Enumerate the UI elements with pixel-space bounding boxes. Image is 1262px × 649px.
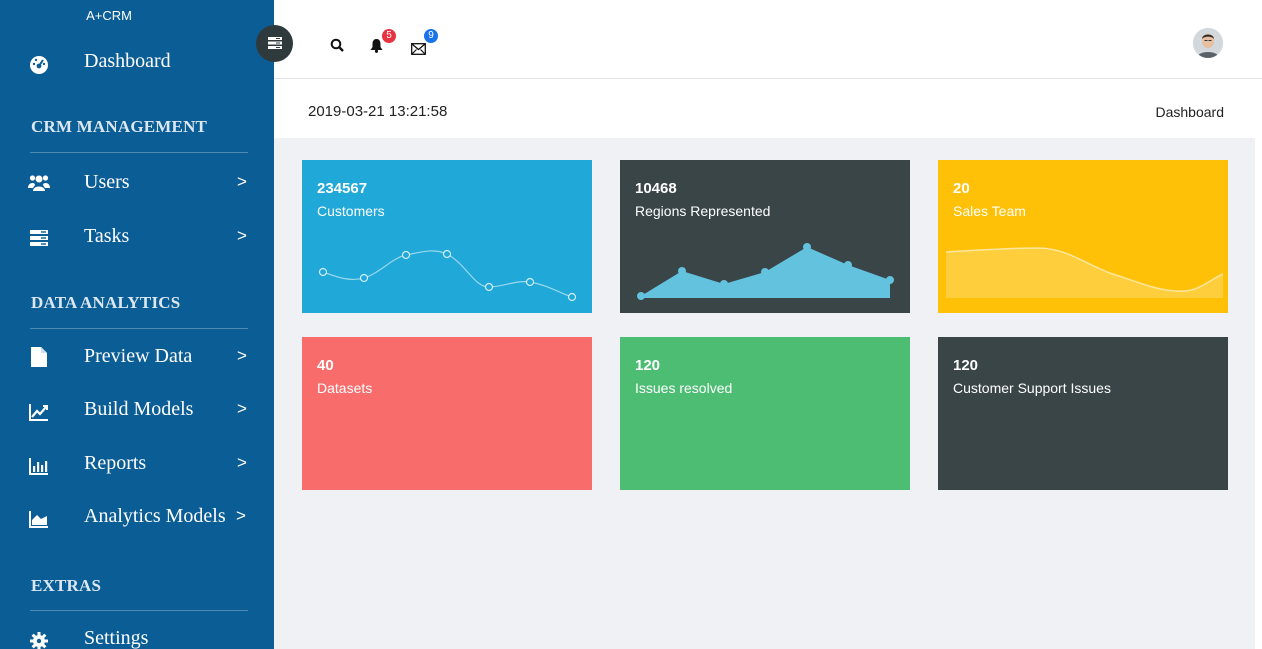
menu-icon	[267, 34, 282, 53]
section-title-crm: CRM MANAGEMENT	[31, 117, 208, 136]
stat-label: Customer Support Issues	[953, 380, 1111, 396]
sidebar-item-analytics-models[interactable]: Analytics Models >	[0, 496, 274, 536]
stat-value: 120	[635, 357, 661, 374]
stat-card-regions[interactable]: 10468 Regions Represented	[620, 160, 910, 313]
bar-chart-icon	[28, 455, 50, 477]
chevron-right-icon: >	[237, 226, 247, 245]
sparkline-area	[637, 243, 894, 300]
section-title-extras: EXTRAS	[31, 576, 102, 595]
sidebar-item-reports[interactable]: Reports >	[0, 443, 274, 483]
sidebar: A+CRM Dashboard CRM MANAGEMENT Users > T…	[0, 0, 274, 649]
stat-card-datasets[interactable]: 40 Datasets	[302, 337, 592, 490]
stat-label: Issues resolved	[635, 380, 733, 396]
dashboard-icon	[28, 53, 50, 75]
breadcrumb-current[interactable]: Dashboard	[1156, 104, 1225, 120]
sidebar-item-label: Preview Data	[84, 344, 193, 367]
current-timestamp: 2019-03-21 13:21:58	[308, 103, 448, 120]
message-count-badge: 9	[424, 29, 438, 43]
users-icon	[28, 172, 50, 194]
section-divider	[30, 328, 248, 329]
line-chart-icon	[28, 401, 50, 423]
stat-value: 40	[317, 357, 334, 374]
section-divider	[30, 152, 248, 153]
sparkline-area	[945, 247, 1224, 298]
stat-value: 120	[953, 357, 979, 374]
stat-label: Datasets	[317, 380, 373, 396]
sidebar-item-dashboard[interactable]: Dashboard	[0, 41, 274, 81]
sidebar-item-label: Dashboard	[84, 49, 171, 72]
search-icon[interactable]	[330, 37, 348, 55]
sidebar-item-users[interactable]: Users >	[0, 162, 274, 202]
brand-logo[interactable]: A+CRM	[0, 8, 274, 23]
sparkline-line	[318, 249, 577, 302]
sidebar-item-build-models[interactable]: Build Models >	[0, 389, 274, 429]
chevron-right-icon: >	[237, 172, 247, 191]
sidebar-item-label: Analytics Models	[84, 504, 226, 527]
chevron-right-icon: >	[237, 346, 247, 365]
menu-toggle-button[interactable]	[256, 25, 293, 62]
sidebar-item-label: Settings	[84, 626, 149, 649]
stat-card-customers[interactable]: 234567 Customers	[302, 160, 592, 313]
sidebar-item-label: Users	[84, 170, 130, 193]
stat-card-customer-support-issues[interactable]: 120 Customer Support Issues	[938, 337, 1228, 490]
user-avatar[interactable]	[1193, 28, 1223, 58]
notification-count-badge: 5	[382, 29, 396, 43]
sidebar-item-label: Reports	[84, 451, 147, 474]
tasks-icon	[28, 227, 50, 249]
sidebar-item-preview-data[interactable]: Preview Data >	[0, 336, 274, 376]
chevron-right-icon: >	[236, 506, 246, 525]
stat-card-issues-resolved[interactable]: 120 Issues resolved	[620, 337, 910, 490]
sidebar-item-tasks[interactable]: Tasks >	[0, 216, 274, 256]
sidebar-item-label: Tasks	[84, 224, 130, 247]
envelope-icon[interactable]	[411, 40, 429, 58]
sidebar-item-settings[interactable]: Settings	[0, 618, 274, 649]
chevron-right-icon: >	[237, 453, 247, 472]
stat-card-sales-team[interactable]: 20 Sales Team	[938, 160, 1228, 313]
section-divider	[30, 610, 248, 611]
chevron-right-icon: >	[237, 399, 247, 418]
file-icon	[28, 346, 50, 368]
section-title-data-analytics: DATA ANALYTICS	[31, 293, 181, 312]
sidebar-item-label: Build Models	[84, 397, 194, 420]
gear-icon	[28, 630, 50, 649]
area-chart-icon	[28, 508, 50, 530]
